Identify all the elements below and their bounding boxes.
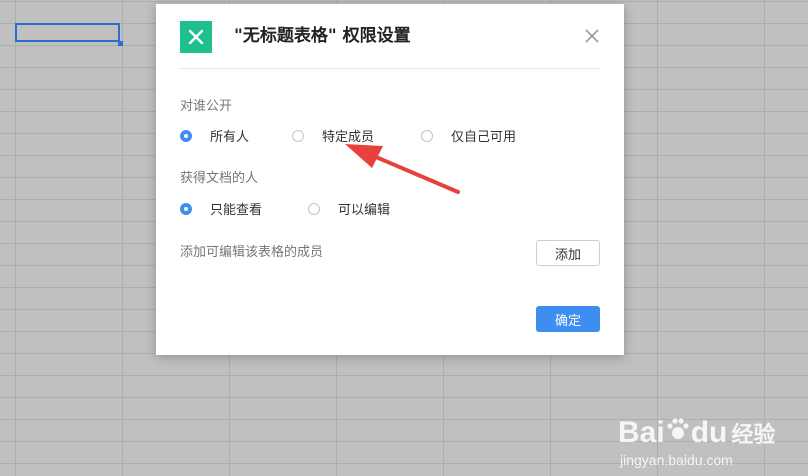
radio-checked-icon — [180, 129, 192, 142]
radio-view-only[interactable]: 只能查看 — [180, 199, 308, 218]
paw-icon — [667, 418, 689, 439]
divider — [180, 68, 600, 69]
baidu-jingyan-watermark: Bai du 经验 jingyan.baidu.com — [618, 402, 798, 472]
ok-button[interactable]: 确定 — [536, 306, 600, 332]
watermark-brand: Bai du 经验 — [618, 416, 776, 449]
radio-unchecked-icon — [421, 129, 433, 142]
close-icon[interactable] — [584, 28, 600, 44]
visibility-label: 对谁公开 — [180, 99, 233, 114]
visibility-options: 所有人 特定成员 仅自己可用 — [180, 126, 516, 145]
radio-label: 只能查看 — [210, 203, 263, 218]
radio-unchecked-icon — [292, 129, 304, 142]
radio-specific-members[interactable]: 特定成员 — [292, 126, 421, 145]
radio-unchecked-icon — [308, 202, 320, 215]
permission-dialog: "无标题表格" 权限设置 对谁公开 所有人 特定成员 仅自己可用 获得文档的人 … — [156, 4, 624, 355]
radio-can-edit[interactable]: 可以编辑 — [308, 199, 390, 218]
radio-label: 所有人 — [210, 130, 250, 145]
access-options: 只能查看 可以编辑 — [180, 199, 390, 218]
spreadsheet-logo-icon — [180, 21, 212, 53]
selected-cell[interactable] — [15, 23, 120, 42]
add-button[interactable]: 添加 — [536, 240, 600, 266]
radio-label: 特定成员 — [322, 130, 375, 145]
access-label: 获得文档的人 — [180, 171, 259, 186]
radio-everyone[interactable]: 所有人 — [180, 126, 292, 145]
radio-checked-icon — [180, 202, 192, 215]
dialog-title: "无标题表格" 权限设置 — [234, 26, 411, 46]
radio-label: 仅自己可用 — [451, 130, 517, 145]
add-members-label: 添加可编辑该表格的成员 — [180, 245, 324, 260]
watermark-url: jingyan.baidu.com — [620, 452, 733, 468]
radio-label: 可以编辑 — [338, 203, 391, 218]
radio-only-me[interactable]: 仅自己可用 — [421, 126, 516, 145]
fill-handle[interactable] — [118, 41, 123, 46]
